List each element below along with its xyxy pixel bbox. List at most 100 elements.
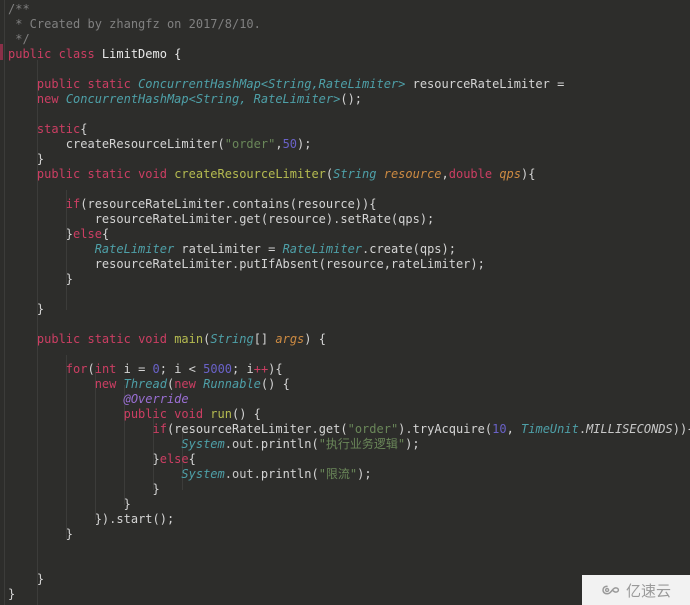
code-line: /** [0, 2, 690, 17]
code-line: } [0, 152, 690, 167]
code-line: }).start(); [0, 512, 690, 527]
code-token: 0 [152, 362, 160, 376]
code-token: new [174, 377, 204, 391]
code-token: start(); [116, 512, 175, 526]
code-token: println( [260, 467, 319, 481]
code-token: { [80, 122, 88, 136]
code-line: } [0, 497, 690, 512]
code-token: ){ [268, 362, 283, 376]
code-token: ; i < [159, 362, 204, 376]
code-token: */ [8, 32, 30, 46]
code-token: RateLimiter [94, 242, 175, 256]
code-token: /** [8, 2, 30, 16]
code-line: } [0, 482, 690, 497]
code-token: tryAcquire( [412, 422, 493, 436]
code-line: new Thread(new Runnable() { [0, 377, 690, 392]
code-token: } [8, 227, 74, 241]
code-token: (resourceRateLimiter [166, 422, 312, 436]
code-token: { [188, 452, 196, 466]
code-token: ConcurrentHashMap<String, RateLimiter> [65, 92, 341, 106]
code-token: } [8, 302, 45, 316]
code-token: else [159, 452, 189, 466]
code-line: System.out.println("执行业务逻辑"); [0, 437, 690, 452]
code-token: createResourceLimiter( [8, 137, 225, 151]
code-token: () { [231, 407, 261, 421]
code-token: , [275, 137, 283, 151]
code-line: }else{ [0, 452, 690, 467]
code-token: resourceRateLimiter [8, 257, 232, 271]
code-token: * Created by zhangfz on 2017/8/10. [8, 17, 261, 31]
code-token: } [8, 452, 160, 466]
code-token: (resourceRateLimiter [80, 197, 225, 211]
code-token: ){ [521, 167, 536, 181]
code-token: resourceRateLimiter = [405, 77, 565, 91]
code-token: get( [318, 422, 348, 436]
code-token: if [152, 422, 167, 436]
code-token: String [210, 332, 254, 346]
code-token: System [181, 437, 225, 451]
code-token: else [73, 227, 102, 241]
code-token: . [253, 437, 261, 451]
code-token: public static [36, 167, 139, 181]
code-token: qps [499, 167, 522, 181]
code-token: , [441, 167, 449, 181]
code-token: public class [8, 47, 102, 61]
code-token: String [333, 167, 384, 181]
code-line: if(resourceRateLimiter.get("order").tryA… [0, 422, 690, 437]
code-token: . [311, 422, 319, 436]
code-line: public class LimitDemo { [0, 47, 690, 62]
code-line: createResourceLimiter("order",50); [0, 137, 690, 152]
code-editor-screenshot: /** * Created by zhangfz on 2017/8/10. *… [0, 0, 690, 605]
code-line: public static void createResourceLimiter… [0, 167, 690, 182]
code-line: }else{ [0, 227, 690, 242]
code-token: ); [405, 437, 420, 451]
code-token: ConcurrentHashMap<String,RateLimiter> [138, 77, 406, 91]
code-token: . [224, 467, 232, 481]
code-token: MILLISECONDS [586, 422, 673, 436]
code-token: println( [260, 437, 319, 451]
code-token: 10 [492, 422, 507, 436]
code-line: resourceRateLimiter.putIfAbsent(resource… [0, 257, 690, 272]
code-token: @Override [123, 392, 189, 406]
code-line: new ConcurrentHashMap<String, RateLimite… [0, 92, 690, 107]
code-line: for(int i = 0; i < 5000; i++){ [0, 362, 690, 377]
code-line: if(resourceRateLimiter.contains(resource… [0, 197, 690, 212]
code-token: ( [87, 362, 95, 376]
code-token: LimitDemo { [101, 47, 182, 61]
code-token: { [101, 227, 110, 241]
code-token: } [8, 572, 45, 586]
code-token: }) [8, 512, 110, 526]
code-line: public static void main(String[] args) { [0, 332, 690, 347]
code-line: RateLimiter rateLimiter = RateLimiter.cr… [0, 242, 690, 257]
code-token: ); [297, 137, 312, 151]
code-token: public static [36, 332, 139, 346]
code-line: public void run() { [0, 407, 690, 422]
code-token: Thread [123, 377, 167, 391]
code-line: resourceRateLimiter.get(resource).setRat… [0, 212, 690, 227]
code-token: . [405, 422, 413, 436]
code-token: for [65, 362, 88, 376]
code-token: "order" [224, 137, 276, 151]
code-token: System [181, 467, 225, 481]
code-token: out [231, 437, 254, 451]
code-token: ); [357, 467, 372, 481]
code-token: run [210, 407, 232, 421]
code-token: TimeUnit [521, 422, 579, 436]
code-token: . [578, 422, 587, 436]
code-token: putIfAbsent(resource,rateLimiter); [239, 257, 485, 271]
code-content-area[interactable]: /** * Created by zhangfz on 2017/8/10. *… [0, 0, 690, 605]
code-token: void [138, 332, 175, 346]
